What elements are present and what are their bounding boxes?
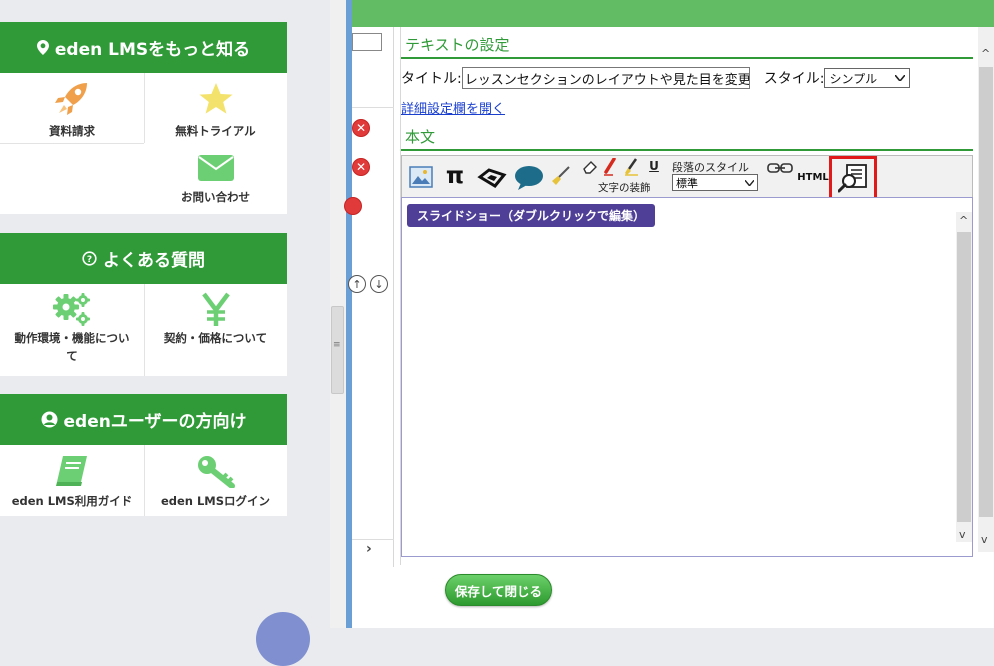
text-color-button[interactable]: [602, 158, 618, 176]
map-pin-icon: [36, 40, 49, 55]
environment-features-label-1: 動作環境・機能につい: [14, 331, 130, 345]
learn-more-title: eden LMSをもっと知る: [54, 40, 251, 60]
question-circle-icon: ?: [82, 251, 97, 266]
rich-text-content-area[interactable]: スライドショー（ダブルクリックで編集） ^ v: [401, 197, 973, 557]
rocket-icon: [55, 83, 87, 115]
brush-icon: [552, 166, 570, 185]
faq-header: ? よくある質問: [0, 233, 287, 284]
link-object-button[interactable]: [476, 165, 508, 191]
lms-login-link[interactable]: eden LMSログイン: [144, 453, 287, 509]
chain-link-icon: [767, 163, 793, 173]
section-list-column: ✕ ✕ ↑ ↓ ›: [344, 27, 394, 567]
faq-title: よくある質問: [103, 251, 205, 271]
envelope-icon: [197, 155, 234, 181]
free-trial-label: 無料トライアル: [175, 124, 256, 138]
style-select-value: シンプル: [829, 71, 878, 86]
chevron-down-icon[interactable]: v: [981, 533, 988, 546]
lms-login-label: eden LMSログイン: [160, 494, 271, 508]
delete-icon[interactable]: ✕: [352, 158, 370, 176]
chevron-down-icon[interactable]: v: [959, 528, 966, 541]
delete-icon[interactable]: [344, 197, 362, 215]
title-row: タイトル: レッスンセクションのレイアウトや見た目を変更で スタイル: シンプル: [401, 67, 911, 89]
gears-icon: [53, 293, 90, 326]
text-decoration-label: 文字の装飾: [598, 182, 651, 194]
editor-toolbar: π U 文字の装飾 段落のスタイル 標準 HTML: [401, 155, 973, 200]
underline-button[interactable]: U: [646, 157, 662, 175]
panel-scrollbar[interactable]: ^ v: [978, 27, 994, 552]
user-circle-icon: [41, 411, 57, 428]
move-up-icon[interactable]: ↑: [348, 275, 366, 293]
speech-bubble-button[interactable]: [513, 164, 545, 192]
learn-more-header: eden LMSをもっと知る: [0, 22, 287, 73]
content-scrollbar[interactable]: ^ v: [956, 212, 972, 542]
move-down-icon[interactable]: ↓: [370, 275, 388, 293]
contact-label: お問い合わせ: [181, 190, 250, 204]
yen-icon: [201, 292, 230, 326]
chevron-down-icon: [745, 179, 754, 186]
faq-card: 動作環境・機能につい て 契約・価格について: [0, 284, 287, 376]
highlight-annotation-box: [829, 156, 877, 200]
free-trial-link[interactable]: 無料トライアル: [144, 81, 287, 139]
section-name-input[interactable]: [352, 33, 382, 51]
body-title: 本文: [405, 128, 436, 146]
style-label: スタイル:: [763, 71, 825, 87]
paragraph-style-value: 標準: [676, 176, 698, 190]
users-title: edenユーザーの方向け: [63, 412, 247, 432]
environment-features-link[interactable]: 動作環境・機能につい て: [0, 292, 144, 366]
pi-formula-button[interactable]: π: [442, 162, 468, 190]
sidebar: eden LMSをもっと知る 資料請求 無料トライアル お問い合わせ ? よくあ…: [0, 0, 330, 666]
highlighter-icon: [625, 158, 638, 176]
text-settings-title: テキストの設定: [405, 36, 510, 54]
chevron-right-icon[interactable]: ›: [366, 541, 372, 557]
svg-text:?: ?: [87, 255, 92, 265]
speech-bubble-icon: [515, 166, 543, 190]
eraser-button[interactable]: [582, 159, 598, 175]
usage-guide-label: eden LMS利用ガイド: [11, 494, 133, 508]
star-icon: [199, 83, 232, 114]
grip-icon: ≡: [333, 340, 341, 350]
request-docs-label: 資料請求: [49, 124, 95, 138]
advanced-settings-link[interactable]: 詳細設定欄を開く: [401, 98, 505, 117]
contact-link[interactable]: お問い合わせ: [144, 153, 287, 205]
scrollbar-thumb[interactable]: [331, 306, 344, 394]
chevron-up-icon[interactable]: ^: [959, 214, 968, 227]
brush-button[interactable]: [550, 164, 572, 188]
title-label: タイトル:: [401, 71, 462, 87]
save-and-close-button[interactable]: 保存して閉じる: [445, 574, 552, 606]
title-input[interactable]: レッスンセクションのレイアウトや見た目を変更で: [461, 67, 750, 89]
shapes-icon: [477, 168, 507, 188]
learn-more-card: 資料請求 無料トライアル お問い合わせ: [0, 73, 287, 214]
editor-header-bar: [352, 0, 994, 27]
chevron-down-icon: [895, 75, 906, 81]
html-source-button[interactable]: HTML: [797, 168, 829, 186]
image-icon: [409, 166, 433, 188]
eraser-icon: [583, 161, 597, 174]
contract-pricing-label: 契約・価格について: [163, 331, 268, 345]
paragraph-style-select[interactable]: 標準: [672, 174, 758, 191]
chevron-up-icon[interactable]: ^: [981, 47, 990, 60]
environment-features-label-2: て: [66, 348, 78, 363]
sidebar-scrollbar[interactable]: ≡: [330, 0, 346, 628]
usage-guide-link[interactable]: eden LMS利用ガイド: [0, 453, 144, 509]
users-card: eden LMS利用ガイド eden LMSログイン: [0, 445, 287, 516]
highlight-button[interactable]: [624, 158, 640, 176]
style-select[interactable]: シンプル: [824, 68, 911, 88]
link-button[interactable]: [766, 160, 794, 176]
red-pen-icon: [604, 158, 616, 176]
editor-window: ✕ ✕ ↑ ↓ › テキストの設定 タイトル: レッスンセクションのレイアウトや…: [344, 0, 994, 628]
panel-scrollbar-track[interactable]: [979, 67, 993, 517]
paragraph-style-label: 段落のスタイル: [672, 161, 749, 174]
delete-icon[interactable]: ✕: [352, 119, 370, 137]
book-icon: [56, 456, 87, 486]
text-settings-panel: テキストの設定 タイトル: レッスンセクションのレイアウトや見た目を変更で スタ…: [400, 27, 994, 565]
request-docs-link[interactable]: 資料請求: [0, 81, 144, 139]
content-scrollbar-track[interactable]: [957, 232, 971, 522]
insert-image-button[interactable]: [408, 164, 434, 190]
users-header: edenユーザーの方向け: [0, 394, 287, 445]
chat-fab-button[interactable]: [256, 612, 310, 666]
slideshow-block[interactable]: スライドショー（ダブルクリックで編集）: [407, 204, 656, 227]
contract-pricing-link[interactable]: 契約・価格について: [144, 292, 287, 346]
key-icon: [197, 456, 235, 488]
